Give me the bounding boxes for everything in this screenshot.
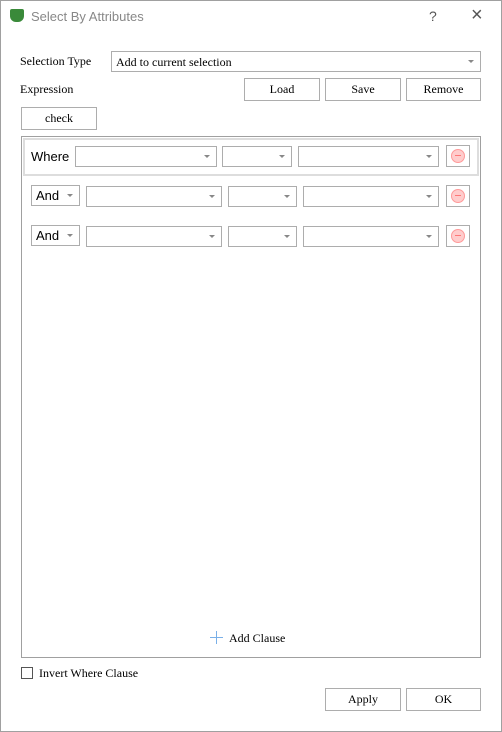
add-clause-label: Add Clause [229, 631, 286, 645]
chevron-down-icon [67, 234, 73, 237]
invert-label: Invert Where Clause [39, 666, 139, 680]
chevron-down-icon [209, 195, 215, 198]
ok-button[interactable]: OK [406, 688, 481, 711]
clause-panel [21, 136, 481, 658]
remove-clause-button[interactable] [446, 145, 470, 167]
expression-label: Expression [20, 82, 74, 96]
value-select[interactable] [303, 186, 439, 207]
chevron-down-icon [204, 155, 210, 158]
apply-button[interactable]: Apply [325, 688, 401, 711]
field-select[interactable] [86, 226, 222, 247]
operator-select[interactable] [222, 146, 292, 167]
chevron-down-icon [284, 195, 290, 198]
load-button[interactable]: Load [244, 78, 320, 101]
chevron-down-icon [426, 195, 432, 198]
minus-circle-icon [451, 229, 465, 243]
where-label: Where [31, 149, 70, 164]
chevron-down-icon [426, 155, 432, 158]
operator-select[interactable] [228, 226, 297, 247]
operator-select[interactable] [228, 186, 297, 207]
invert-checkbox[interactable] [21, 667, 33, 679]
remove-clause-button[interactable] [446, 225, 470, 247]
minus-circle-icon [451, 149, 465, 163]
save-button[interactable]: Save [325, 78, 401, 101]
chevron-down-icon [284, 235, 290, 238]
field-select[interactable] [75, 146, 217, 167]
minus-circle-icon [451, 189, 465, 203]
window-title: Select By Attributes [31, 9, 144, 24]
help-button[interactable]: ? [429, 8, 437, 24]
add-clause-button[interactable]: Add Clause [210, 630, 295, 646]
connector-select[interactable]: And [31, 225, 80, 246]
plus-icon [210, 631, 223, 644]
chevron-down-icon [279, 155, 285, 158]
chevron-down-icon [468, 60, 474, 63]
check-button[interactable]: check [21, 107, 97, 130]
value-select[interactable] [303, 226, 439, 247]
chevron-down-icon [209, 235, 215, 238]
app-icon [10, 9, 24, 22]
selection-type-select[interactable]: Add to current selection [111, 51, 481, 72]
remove-clause-button[interactable] [446, 185, 470, 207]
remove-button[interactable]: Remove [406, 78, 481, 101]
chevron-down-icon [426, 235, 432, 238]
connector-select[interactable]: And [31, 185, 80, 206]
selection-type-label: Selection Type [20, 54, 92, 68]
value-select[interactable] [298, 146, 439, 167]
close-button[interactable]: × [471, 4, 483, 27]
chevron-down-icon [67, 194, 73, 197]
field-select[interactable] [86, 186, 222, 207]
